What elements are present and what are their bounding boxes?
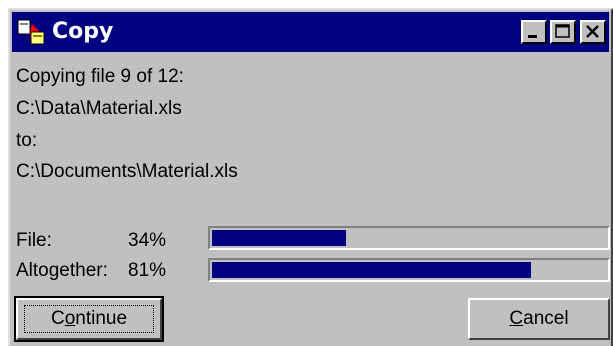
copy-dialog: Copy Copying file 9 of 12: C:\Data\Mater… — [8, 8, 613, 346]
file-progress-fill — [212, 230, 346, 246]
copying-status-text: Copying file 9 of 12: — [16, 66, 184, 87]
minimize-button[interactable] — [521, 20, 547, 44]
close-icon — [586, 25, 599, 38]
copy-app-icon — [17, 19, 45, 45]
total-progress-label: Altogether: — [16, 260, 108, 281]
total-progress-percent: 81% — [128, 260, 167, 281]
file-progress-percent: 34% — [128, 230, 167, 251]
focus-rectangle — [24, 305, 154, 333]
file-progress-label: File: — [16, 230, 52, 251]
destination-path-text: C:\Documents\Material.xls — [16, 161, 238, 182]
window-title: Copy — [52, 19, 114, 44]
cancel-label: Cancel — [509, 308, 569, 329]
file-progress-bar — [208, 226, 610, 250]
continue-button[interactable]: Continue — [14, 296, 164, 342]
source-path-text: C:\Data\Material.xls — [16, 98, 182, 119]
maximize-button[interactable] — [550, 20, 576, 44]
total-progress-bar — [208, 258, 610, 282]
to-label: to: — [16, 130, 38, 151]
minimize-icon — [528, 35, 537, 38]
maximize-icon — [555, 24, 570, 38]
total-progress-fill — [212, 262, 531, 278]
title-bar[interactable]: Copy — [12, 12, 609, 52]
close-button[interactable] — [580, 20, 606, 44]
cancel-button[interactable]: Cancel — [468, 298, 610, 340]
